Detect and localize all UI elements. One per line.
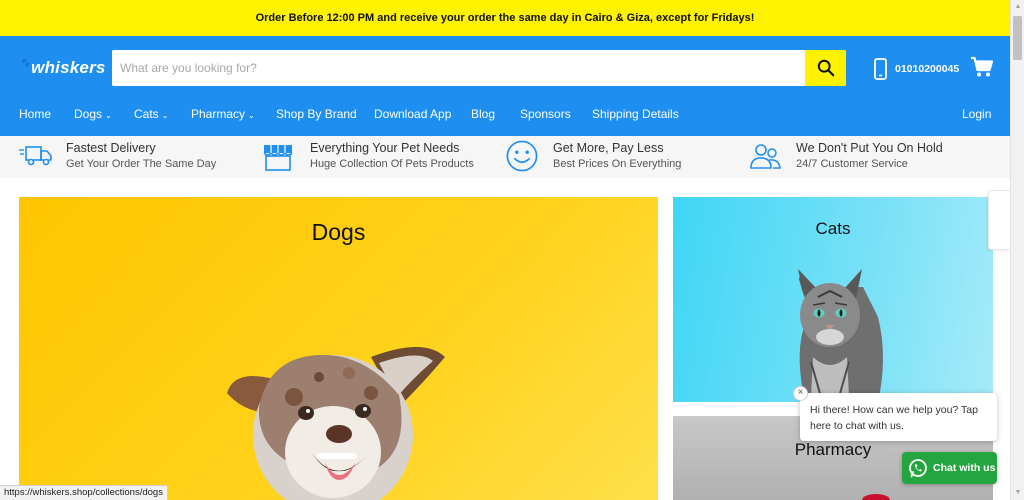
scroll-up-arrow-icon[interactable]: ▲ xyxy=(1011,0,1024,14)
login-link[interactable]: Login xyxy=(962,107,991,121)
side-drawer-tab[interactable] xyxy=(988,190,1010,250)
delivery-truck-icon xyxy=(19,146,52,166)
scroll-down-arrow-icon[interactable]: ▼ xyxy=(1011,486,1024,500)
search-button[interactable] xyxy=(805,50,846,86)
feature-subtitle: 24/7 Customer Service xyxy=(796,158,908,170)
feature-subtitle: Best Prices On Everything xyxy=(553,158,682,170)
nav-download-app[interactable]: Download App xyxy=(374,107,451,121)
chevron-down-icon: ⌄ xyxy=(161,111,169,120)
nav-label: Download App xyxy=(374,107,452,121)
nav-pharmacy[interactable]: Pharmacy ⌄ xyxy=(191,107,255,121)
nav-label: Pharmacy xyxy=(191,107,246,121)
nav-label: Sponsors xyxy=(520,107,571,121)
close-icon[interactable]: × xyxy=(793,386,808,401)
chat-greeting-bubble[interactable]: Hi there! How can we help you? Tap here … xyxy=(800,393,997,441)
nav-label: Cats xyxy=(134,107,159,121)
whatsapp-icon xyxy=(909,459,927,478)
nav-home[interactable]: Home xyxy=(19,107,51,121)
chevron-down-icon: ⌄ xyxy=(105,111,112,120)
nav-sponsors[interactable]: Sponsors xyxy=(520,107,571,121)
nav-shop-by-brand[interactable]: Shop By Brand xyxy=(276,107,357,121)
cart-icon xyxy=(971,56,994,77)
nav-label: Blog xyxy=(471,107,496,121)
store-icon xyxy=(263,145,293,171)
customer-service-icon xyxy=(750,144,781,169)
whatsapp-chat-button[interactable]: Chat with us xyxy=(902,452,997,484)
announcement-bar: Order Before 12:00 PM and receive your o… xyxy=(0,0,1010,36)
paw-icon: 🐾 xyxy=(20,58,31,67)
feature-subtitle: Get Your Order The Same Day xyxy=(66,158,217,170)
nav-shipping-details[interactable]: Shipping Details xyxy=(592,107,679,121)
nav-dogs[interactable]: Dogs ⌄ xyxy=(74,107,112,121)
phone-number: 01010200045 xyxy=(895,63,960,75)
search-input[interactable] xyxy=(112,50,805,86)
status-bar-url: https://whiskers.shop/collections/dogs xyxy=(0,485,168,500)
scrollbar-thumb[interactable] xyxy=(1013,16,1022,60)
feature-title: We Don't Put You On Hold xyxy=(796,141,943,155)
nav-label: Home xyxy=(19,107,52,121)
main-nav: Home Dogs ⌄ Cats ⌄ Pharmacy ⌄ Shop By Brand… xyxy=(0,100,1010,128)
nav-label: Shipping Details xyxy=(592,107,679,121)
search-bar xyxy=(112,50,846,86)
collection-tile-dogs[interactable]: Dogs xyxy=(19,197,658,500)
feature-title: Everything Your Pet Needs xyxy=(310,141,460,155)
logo-text: whiskers xyxy=(31,58,106,77)
nav-label: Shop By Brand xyxy=(276,107,357,121)
nav-cats[interactable]: Cats ⌄ xyxy=(134,107,168,121)
collection-tile-cats[interactable]: Cats xyxy=(673,197,993,402)
search-icon xyxy=(817,59,834,77)
nav-label: Dogs xyxy=(74,107,103,121)
chat-button-label: Chat with us xyxy=(933,462,996,474)
smiley-icon xyxy=(506,140,538,172)
feature-title: Fastest Delivery xyxy=(66,141,156,155)
features-strip: Fastest Delivery Get Your Order The Same… xyxy=(0,136,1010,178)
page-scrollbar[interactable]: ▲ ▼ xyxy=(1010,0,1024,500)
feature-title: Get More, Pay Less xyxy=(553,141,664,155)
phone-icon xyxy=(874,58,887,80)
cat-image xyxy=(798,269,883,402)
dog-image xyxy=(227,347,445,500)
feature-subtitle: Huge Collection Of Pets Products xyxy=(310,158,474,170)
chevron-down-icon: ⌄ xyxy=(248,111,255,120)
site-header: 🐾whiskers 01010200045 Home Dogs⌄ Cats⌄ P… xyxy=(0,36,1010,136)
phone-contact[interactable]: 01010200045 xyxy=(874,58,959,80)
logo[interactable]: 🐾whiskers xyxy=(20,58,106,78)
cart-button[interactable] xyxy=(970,56,994,83)
nav-blog[interactable]: Blog xyxy=(471,107,495,121)
